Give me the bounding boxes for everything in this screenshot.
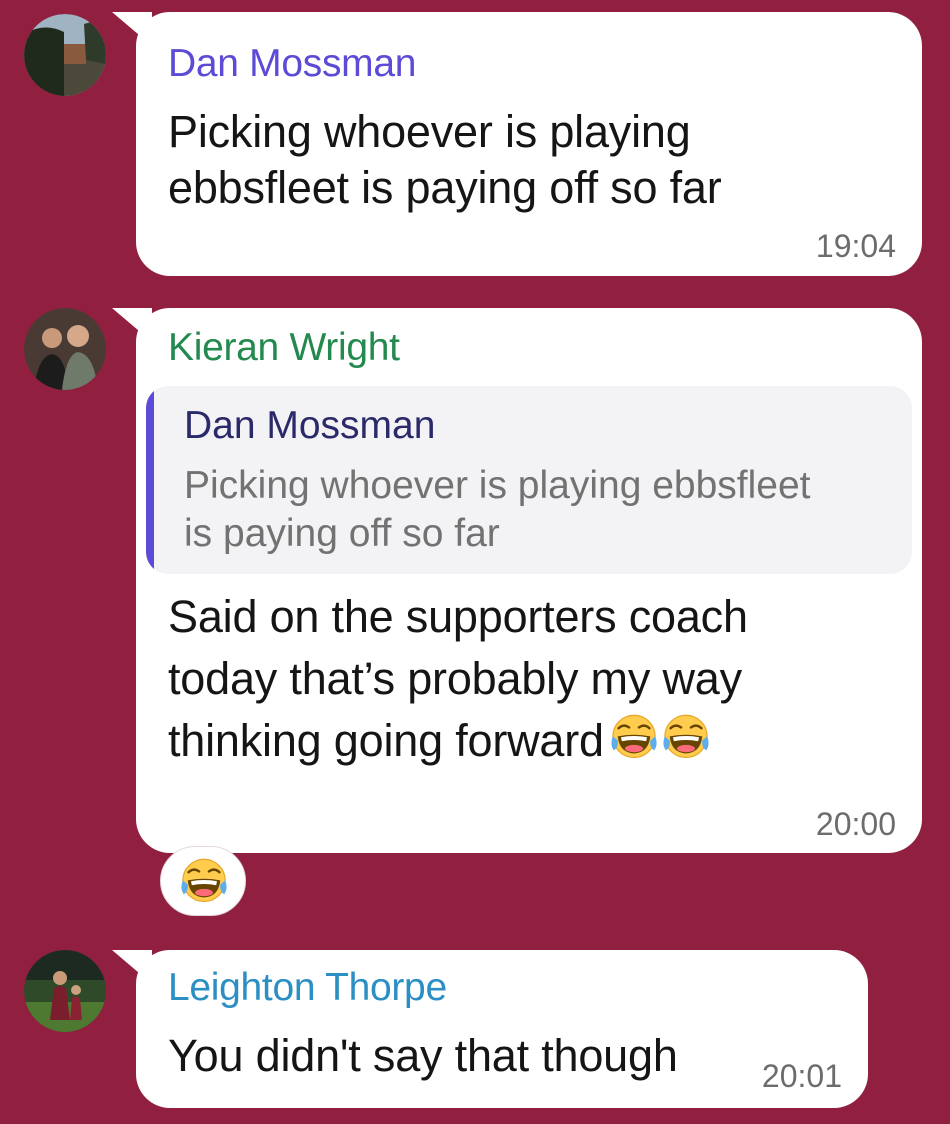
message-text: Picking whoever is playing ebbsfleet is … xyxy=(168,104,722,216)
message-line: today that’s probably my way xyxy=(168,653,742,704)
avatar-image xyxy=(24,14,106,96)
message-line: Said on the supporters coach xyxy=(168,591,748,642)
bubble-tail xyxy=(112,308,152,342)
sender-name[interactable]: Dan Mossman xyxy=(168,42,416,86)
avatar-image xyxy=(24,950,106,1032)
message-bubble[interactable]: Dan Mossman Picking whoever is playing e… xyxy=(112,12,922,276)
laughing-emoji-icon xyxy=(178,856,230,908)
reply-accent-bar xyxy=(146,386,154,574)
message-line: ebbsfleet is paying off so far xyxy=(168,162,722,213)
message-line: You didn't say that though xyxy=(168,1030,678,1081)
laughing-emoji-icon xyxy=(608,712,660,764)
bubble-tail xyxy=(112,950,152,984)
avatar-image xyxy=(24,308,106,390)
reply-line: Picking whoever is playing ebbsfleet xyxy=(184,464,811,507)
message-timestamp: 19:04 xyxy=(815,228,896,264)
laughing-emoji-icon xyxy=(660,712,712,764)
message-text: You didn't say that though xyxy=(168,1028,678,1084)
sender-name[interactable]: Leighton Thorpe xyxy=(168,966,447,1010)
reaction-chip[interactable] xyxy=(160,846,246,916)
reply-sender-name: Dan Mossman xyxy=(184,404,436,447)
sender-name[interactable]: Kieran Wright xyxy=(168,326,400,370)
message-bubble[interactable]: Kieran Wright Dan Mossman Picking whoeve… xyxy=(112,308,922,853)
message-timestamp: 20:01 xyxy=(761,1058,842,1094)
reply-text: Picking whoever is playing ebbsfleet is … xyxy=(184,462,811,558)
message-bubble[interactable]: Leighton Thorpe You didn't say that thou… xyxy=(112,950,868,1108)
message-line: Picking whoever is playing xyxy=(168,106,691,157)
message-timestamp: 20:00 xyxy=(815,806,896,842)
message-line: thinking going forward xyxy=(168,715,604,766)
reply-quote[interactable]: Dan Mossman Picking whoever is playing e… xyxy=(146,386,912,574)
avatar-dan-mossman[interactable] xyxy=(24,14,106,96)
message-text: Said on the supporters coach today that’… xyxy=(168,586,748,772)
avatar-kieran-wright[interactable] xyxy=(24,308,106,390)
avatar-leighton-thorpe[interactable] xyxy=(24,950,106,1032)
message-line-with-emoji: thinking going forward xyxy=(168,710,748,772)
reply-line: is paying off so far xyxy=(184,512,500,555)
bubble-tail xyxy=(112,12,152,46)
